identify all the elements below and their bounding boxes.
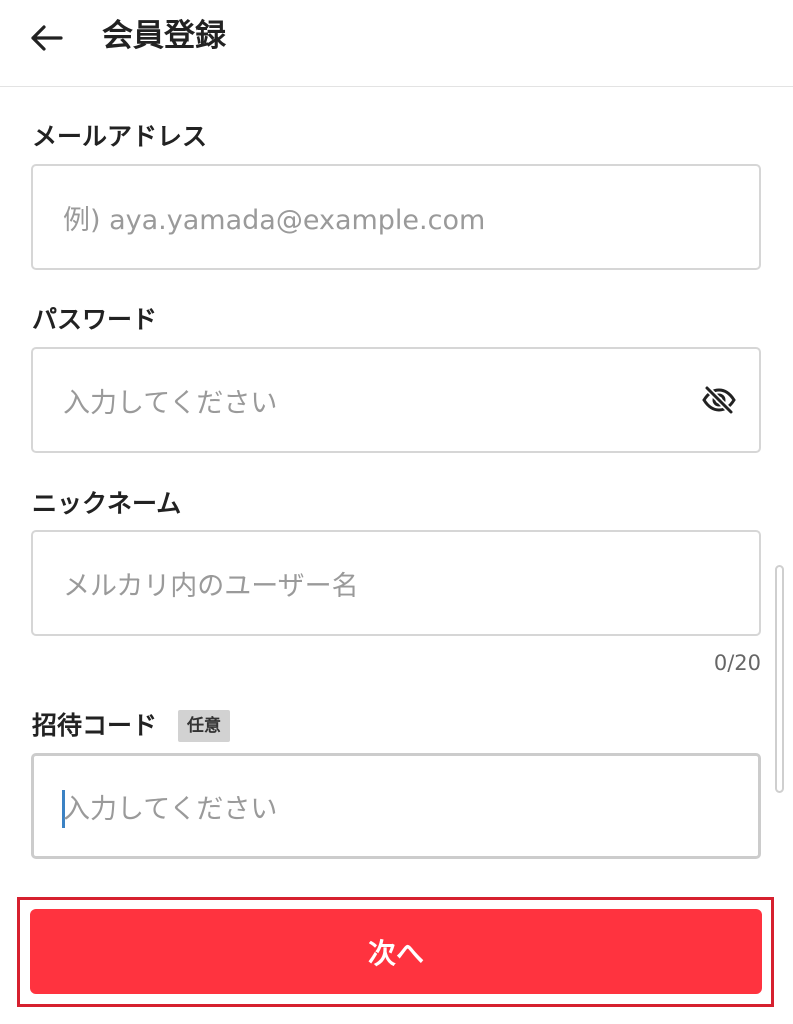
invite-code-label: 招待コード xyxy=(32,711,158,740)
arrow-left-icon xyxy=(31,25,63,51)
email-field[interactable]: 例) aya.yamada@example.com xyxy=(31,164,761,270)
password-field[interactable]: 入力してください xyxy=(31,347,761,453)
invite-code-field[interactable]: 入力してください xyxy=(31,753,761,859)
nickname-field[interactable]: メルカリ内のユーザー名 xyxy=(31,530,761,636)
nickname-label: ニックネーム xyxy=(32,489,182,518)
optional-badge: 任意 xyxy=(178,710,230,742)
password-label: パスワード xyxy=(32,305,158,334)
password-placeholder: 入力してください xyxy=(63,387,278,419)
scrollbar[interactable] xyxy=(775,565,784,793)
nickname-placeholder: メルカリ内のユーザー名 xyxy=(63,570,359,602)
eye-off-icon xyxy=(702,385,736,415)
email-placeholder: 例) aya.yamada@example.com xyxy=(63,204,486,236)
invite-code-placeholder: 入力してください xyxy=(63,793,278,825)
app-header: 会員登録 xyxy=(0,0,793,87)
nickname-char-counter: 0/20 xyxy=(713,651,761,675)
back-button[interactable] xyxy=(22,14,70,62)
next-button[interactable]: 次へ xyxy=(30,909,762,994)
email-label: メールアドレス xyxy=(32,122,208,151)
page-title: 会員登録 xyxy=(102,18,226,54)
password-visibility-toggle[interactable] xyxy=(701,385,737,415)
